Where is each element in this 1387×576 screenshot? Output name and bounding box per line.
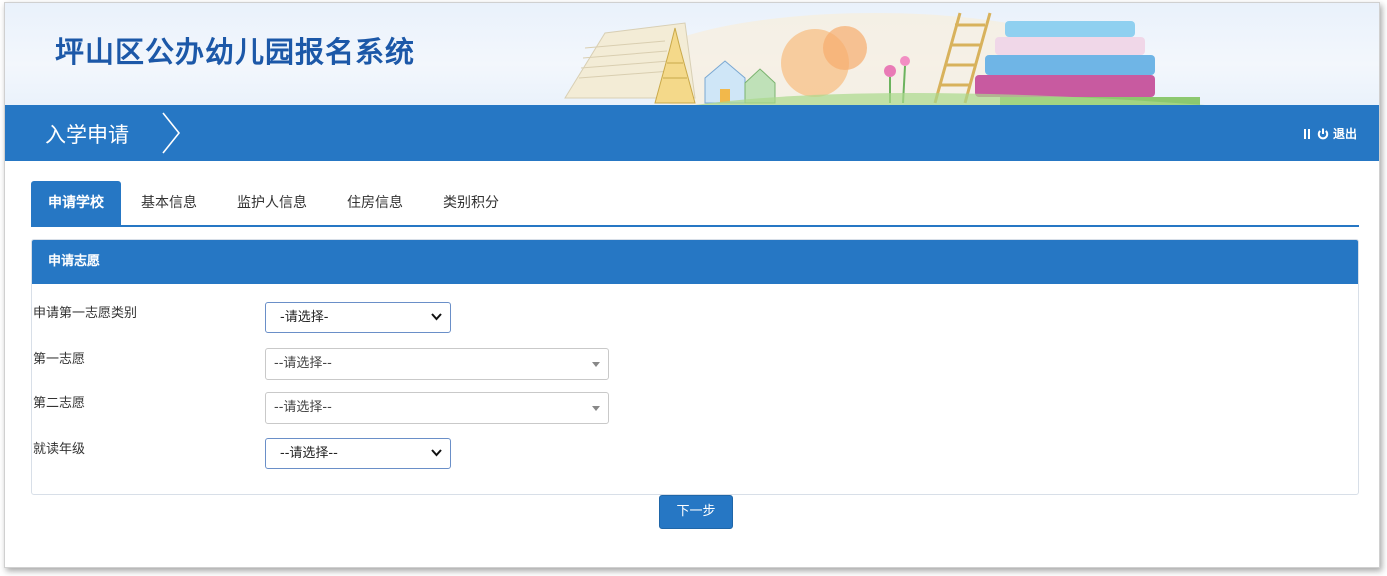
tab-guardian-info[interactable]: 监护人信息 [217, 181, 327, 225]
grade-label: 就读年级 [33, 442, 86, 457]
caret-down-icon [592, 406, 600, 411]
next-step-button[interactable]: 下一步 [659, 495, 733, 529]
first-choice-label: 第一志愿 [33, 352, 86, 367]
second-choice-value: --请选择-- [274, 400, 332, 415]
app-window: 坪山区公办幼儿园报名系统 入学申请 退出 申请学校 基本信息 监护人信息 住房信… [4, 2, 1380, 568]
form-row-first-category: 申请第一志愿类别 -请选择- [32, 302, 1358, 336]
form-row-second-choice: 第二志愿 --请选择-- [32, 392, 1358, 426]
tab-bar: 申请学校 基本信息 监护人信息 住房信息 类别积分 [31, 181, 1359, 227]
caret-down-icon [592, 362, 600, 367]
tab-basic-info[interactable]: 基本信息 [121, 181, 217, 225]
first-choice-select[interactable]: --请选择-- [265, 348, 609, 380]
grade-value: --请选择-- [280, 446, 338, 461]
first-category-value: -请选择- [280, 310, 329, 325]
panel-title: 申请志愿 [32, 240, 1358, 284]
chevron-right-icon [162, 112, 181, 154]
pause-icon [1303, 128, 1310, 139]
banner-illustration [564, 12, 1205, 105]
tab-housing-info[interactable]: 住房信息 [327, 181, 423, 225]
site-title: 坪山区公办幼儿园报名系统 [55, 35, 416, 69]
tab-apply-school[interactable]: 申请学校 [31, 181, 121, 225]
form-row-grade: 就读年级 --请选择-- [32, 438, 1358, 472]
logout-button[interactable]: 退出 [1303, 125, 1357, 142]
logout-label: 退出 [1332, 127, 1357, 141]
title-bar: 入学申请 退出 [5, 105, 1379, 161]
first-category-select[interactable]: -请选择- [265, 302, 451, 333]
first-category-label: 申请第一志愿类别 [33, 306, 138, 321]
chevron-down-icon [431, 313, 442, 321]
power-icon [1317, 128, 1329, 139]
preference-panel: 申请志愿 申请第一志愿类别 -请选择- 第一志愿 --请选择-- 第二志愿 --… [31, 239, 1359, 495]
chevron-down-icon [431, 449, 442, 457]
header-banner: 坪山区公办幼儿园报名系统 [5, 3, 1379, 105]
second-choice-label: 第二志愿 [33, 396, 86, 411]
grade-select[interactable]: --请选择-- [265, 438, 451, 469]
tab-category-points[interactable]: 类别积分 [423, 181, 519, 225]
first-choice-value: --请选择-- [274, 356, 332, 371]
form-row-first-choice: 第一志愿 --请选择-- [32, 348, 1358, 382]
page-title: 入学申请 [45, 123, 129, 147]
second-choice-select[interactable]: --请选择-- [265, 392, 609, 424]
